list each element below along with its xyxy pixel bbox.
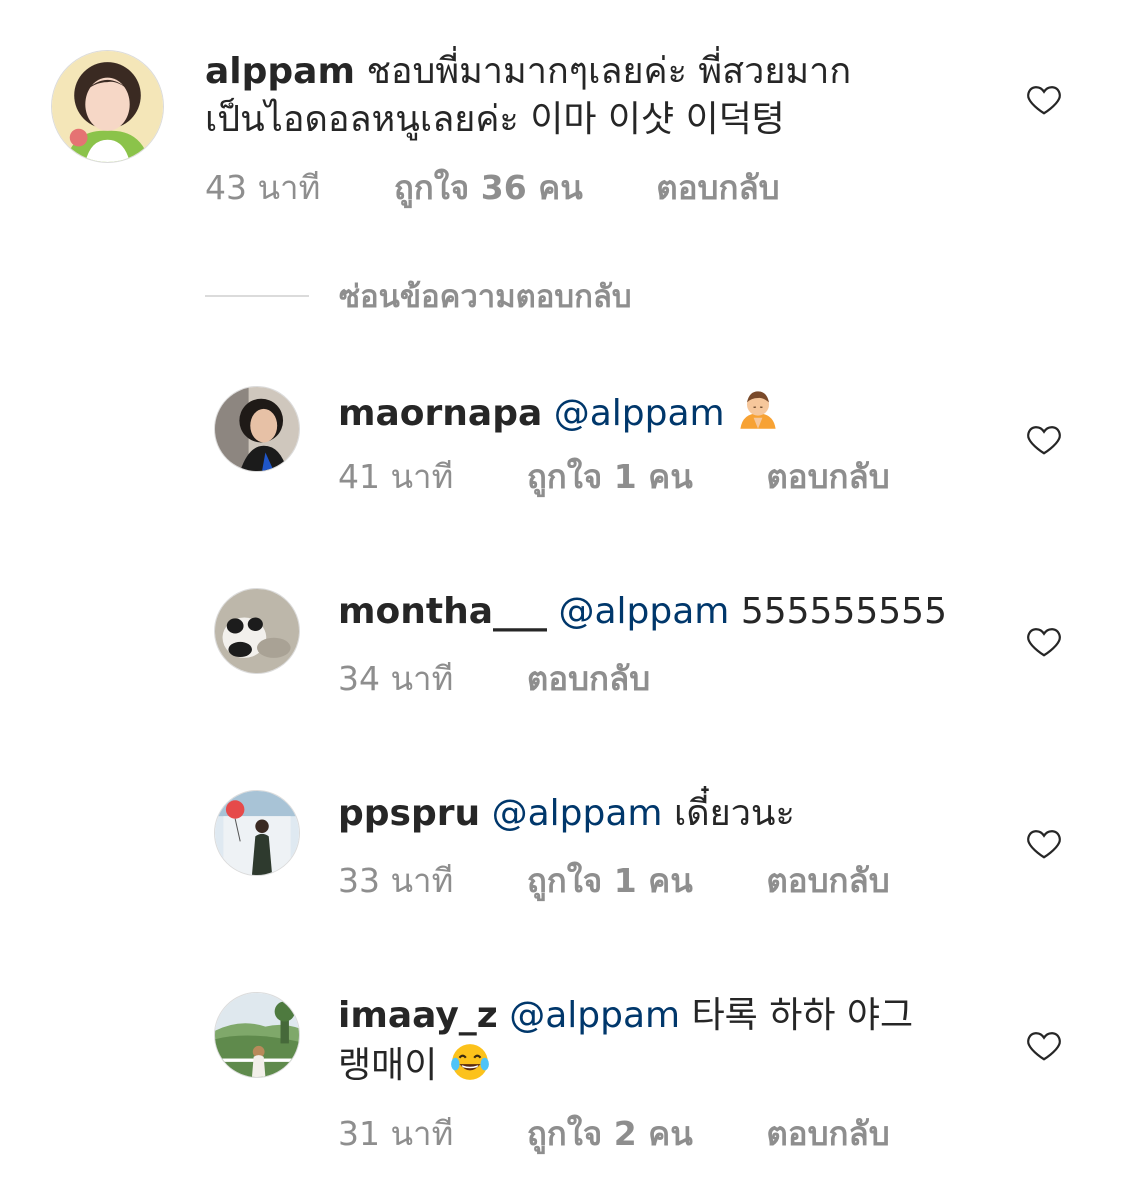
comment-body-line2: เป็นไอดอลหนูเลยค่ะ 이마 이샷 이덕텽 bbox=[205, 97, 785, 143]
avatar-image bbox=[215, 589, 299, 673]
comment-timestamp: 43 นาที bbox=[205, 168, 321, 207]
like-button[interactable] bbox=[1025, 80, 1063, 118]
reply-timestamp: 31 นาที bbox=[338, 1114, 454, 1153]
hide-replies-button[interactable]: ซ่อนข้อความตอบกลับ bbox=[205, 276, 632, 316]
heart-icon bbox=[1027, 426, 1061, 455]
reply-reply-button[interactable]: ตอบกลับ bbox=[527, 659, 650, 699]
reply-imaay-z: imaay_z @alppam 타록 하하 야그 랭매이 31 นาที ถูก… bbox=[0, 986, 1133, 1176]
reply-mention[interactable]: @alppam bbox=[492, 793, 663, 834]
face-with-tears-of-joy-emoji bbox=[449, 1041, 491, 1095]
reply-body: maornapa @alppam bbox=[338, 387, 780, 443]
reply-text: 555555555 bbox=[740, 591, 947, 632]
heart-icon bbox=[1027, 1032, 1061, 1061]
comment-reply-button[interactable]: ตอบกลับ bbox=[656, 168, 779, 208]
reply-body: imaay_z @alppam 타록 하하 야그 bbox=[338, 993, 913, 1039]
comment-alppam: alppam ชอบพี่มามากๆเลยค่ะ พี่สวยมาก เป็น… bbox=[0, 0, 1133, 240]
comment-username[interactable]: alppam bbox=[205, 51, 355, 92]
like-button[interactable] bbox=[1025, 420, 1063, 458]
like-button[interactable] bbox=[1025, 622, 1063, 660]
heart-icon bbox=[1027, 830, 1061, 859]
reply-likes-link[interactable]: ถูกใจ 1 คน bbox=[527, 861, 693, 901]
reply-mention[interactable]: @alppam bbox=[509, 995, 680, 1036]
reply-meta: 33 นาที ถูกใจ 1 คน ตอบกลับ bbox=[338, 861, 890, 901]
reply-body-line2: 랭매이 bbox=[338, 1041, 491, 1095]
avatar-ppspru[interactable] bbox=[214, 790, 300, 876]
reply-username[interactable]: ppspru bbox=[338, 793, 480, 834]
reply-timestamp: 33 นาที bbox=[338, 861, 454, 900]
avatar-image bbox=[52, 51, 163, 162]
reply-mention[interactable]: @alppam bbox=[554, 393, 725, 434]
hide-replies-label: ซ่อนข้อความตอบกลับ bbox=[339, 279, 632, 315]
hide-replies-divider bbox=[205, 295, 309, 297]
avatar-imaay-z[interactable] bbox=[214, 992, 300, 1078]
reply-meta: 34 นาที ตอบกลับ bbox=[338, 659, 650, 699]
reply-montha: montha___ @alppam 555555555 34 นาที ตอบก… bbox=[0, 582, 1133, 722]
reply-ppspru: ppspru @alppam เดี๋ยวนะ 33 นาที ถูกใจ 1 … bbox=[0, 784, 1133, 924]
reply-text-line1: 타록 하하 야그 bbox=[691, 995, 914, 1036]
reply-reply-button[interactable]: ตอบกลับ bbox=[766, 1114, 889, 1154]
reply-body: ppspru @alppam เดี๋ยวนะ bbox=[338, 791, 795, 837]
comment-likes-link[interactable]: ถูกใจ 36 คน bbox=[394, 168, 583, 208]
reply-reply-button[interactable]: ตอบกลับ bbox=[766, 457, 889, 497]
like-button[interactable] bbox=[1025, 1026, 1063, 1064]
reply-likes-link[interactable]: ถูกใจ 1 คน bbox=[527, 457, 693, 497]
avatar-alppam[interactable] bbox=[51, 50, 164, 163]
avatar-image bbox=[215, 387, 299, 471]
avatar-image bbox=[215, 993, 299, 1077]
reply-likes-link[interactable]: ถูกใจ 2 คน bbox=[527, 1114, 693, 1154]
reply-timestamp: 41 นาที bbox=[338, 457, 454, 496]
reply-reply-button[interactable]: ตอบกลับ bbox=[766, 861, 889, 901]
reply-username[interactable]: maornapa bbox=[338, 393, 542, 434]
person-bowing-emoji bbox=[736, 387, 780, 443]
avatar-image bbox=[215, 791, 299, 875]
reply-username[interactable]: imaay_z bbox=[338, 995, 498, 1036]
reply-body: montha___ @alppam 555555555 bbox=[338, 589, 947, 635]
reply-text-line2: 랭매이 bbox=[338, 1045, 438, 1086]
reply-text: เดี๋ยวนะ bbox=[673, 793, 795, 834]
reply-meta: 41 นาที ถูกใจ 1 คน ตอบกลับ bbox=[338, 457, 890, 497]
comment-text-line2: เป็นไอดอลหนูเลยค่ะ 이마 이샷 이덕텽 bbox=[205, 99, 785, 140]
comment-meta: 43 นาที ถูกใจ 36 คน ตอบกลับ bbox=[205, 168, 780, 208]
heart-icon bbox=[1027, 628, 1061, 657]
comment-text-line1: ชอบพี่มามากๆเลยค่ะ พี่สวยมาก bbox=[366, 51, 852, 92]
like-button[interactable] bbox=[1025, 824, 1063, 862]
avatar-maornapa[interactable] bbox=[214, 386, 300, 472]
reply-maornapa: maornapa @alppam 41 นาที ถูกใจ 1 คน ตอบก… bbox=[0, 380, 1133, 520]
reply-mention[interactable]: @alppam bbox=[558, 591, 729, 632]
reply-timestamp: 34 นาที bbox=[338, 659, 454, 698]
comment-body: alppam ชอบพี่มามากๆเลยค่ะ พี่สวยมาก bbox=[205, 49, 851, 95]
reply-username[interactable]: montha___ bbox=[338, 591, 547, 632]
heart-icon bbox=[1027, 86, 1061, 115]
reply-meta: 31 นาที ถูกใจ 2 คน ตอบกลับ bbox=[338, 1114, 890, 1154]
avatar-montha[interactable] bbox=[214, 588, 300, 674]
